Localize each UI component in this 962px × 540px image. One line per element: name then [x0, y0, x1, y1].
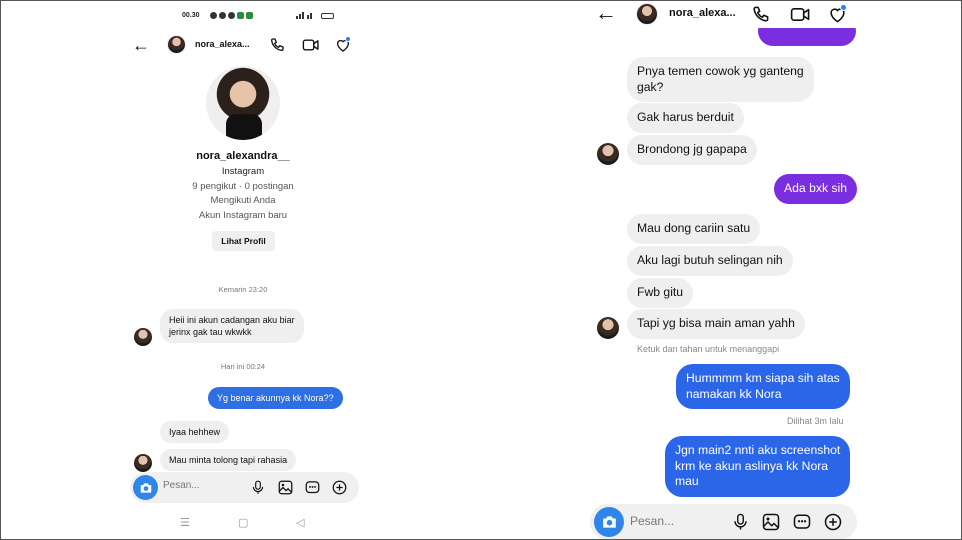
nav-home-icon[interactable]: ▢ [238, 516, 248, 529]
profile-follow-status: Mengikuti Anda [210, 195, 276, 206]
message-line: Heii ini akun cadangan aku biar [169, 315, 295, 325]
profile-stats: 9 pengikut · 0 postingan [192, 181, 294, 192]
message-line: Tapi yg bisa main aman yahh [637, 316, 795, 330]
message-input[interactable] [163, 480, 253, 491]
back-arrow-icon[interactable]: ← [132, 36, 150, 54]
message-bubble[interactable]: Iyaa hehhew [160, 421, 230, 443]
message-input[interactable] [630, 514, 725, 528]
message-bubble-outgoing[interactable]: Jgn main2 nnti aku screenshot krm ke aku… [665, 436, 851, 497]
message-line: Aku lagi butuh selingan nih [637, 253, 783, 267]
message-line: Pnya temen cowok yg ganteng [637, 64, 804, 78]
left-chat-screen: 00.30 ← nora_alexa... nora_alexandra__ I… [120, 0, 364, 540]
message-line: jerinx gak tau wkwkk [169, 327, 252, 337]
system-nav-bar: ☰ ▢ ◁ [120, 512, 364, 536]
view-profile-button[interactable]: Lihat Profil [212, 231, 275, 251]
message-bubble-outgoing[interactable]: Hummmm km siapa sih atas namakan kk Nora [676, 364, 850, 409]
message-bubble[interactable]: Tapi yg bisa main aman yahh [627, 309, 805, 339]
chat-header: ← nora_alexa... [580, 0, 870, 28]
message-line: Mau dong cariin satu [637, 221, 751, 235]
status-bar: 00.30 [120, 10, 364, 24]
sender-avatar[interactable] [597, 143, 619, 165]
message-bubble-outgoing[interactable]: Yg benar akunnya kk Nora?? [208, 387, 343, 409]
message-line: Ada bxk sih [784, 181, 848, 195]
header-avatar[interactable] [636, 3, 658, 25]
message-line: gak? [637, 79, 664, 94]
profile-name: nora_alexandra__ [196, 150, 290, 162]
message-bubble[interactable]: Aku lagi butuh selingan nih [627, 246, 793, 276]
camera-icon[interactable] [133, 475, 158, 500]
message-line: Gak harus berduit [637, 110, 734, 124]
message-line: Brondong jg gapapa [637, 142, 747, 156]
message-bubble[interactable]: Mau minta tolong tapi rahasia [160, 449, 297, 471]
header-username[interactable]: nora_alexa... [669, 7, 736, 19]
message-composer [590, 504, 857, 540]
nav-back-icon[interactable]: ◁ [296, 516, 304, 529]
message-bubble[interactable]: Brondong jg gapapa [627, 135, 757, 165]
sticker-icon[interactable] [305, 480, 320, 495]
sender-avatar[interactable] [134, 328, 152, 346]
message-line: Jgn main2 nnti aku screenshot [675, 443, 841, 457]
mic-icon[interactable] [732, 513, 749, 531]
message-bubble[interactable]: Pnya temen cowok yg ganteng gak? [627, 57, 814, 102]
nav-menu-icon[interactable]: ☰ [180, 516, 190, 529]
message-line: namakan kk Nora [686, 386, 782, 401]
back-arrow-icon[interactable]: ← [595, 2, 617, 24]
add-icon[interactable] [824, 513, 842, 531]
gallery-icon[interactable] [278, 480, 293, 495]
phone-icon[interactable] [269, 37, 285, 53]
message-line: Yg benar akunnya kk Nora?? [217, 393, 334, 403]
message-line: Fwb gitu [637, 285, 684, 299]
right-chat-screen: ← nora_alexa... Pnya temen cowok yg gant… [580, 0, 870, 540]
message-line: mau [675, 474, 699, 488]
header-username[interactable]: nora_alexa... [195, 39, 250, 49]
message-bubble[interactable]: Mau dong cariin satu [627, 214, 761, 244]
message-line: Iyaa hehhew [169, 427, 221, 437]
sender-avatar[interactable] [134, 454, 152, 472]
timestamp: Hari ini 00:24 [220, 362, 266, 371]
chat-header: ← nora_alexa... [120, 34, 364, 58]
status-time: 00.30 [182, 12, 200, 19]
video-icon[interactable] [790, 5, 811, 24]
message-bubble[interactable]: Heii ini akun cadangan aku biar jerinx g… [160, 309, 304, 343]
sticker-icon[interactable] [793, 513, 811, 531]
profile-picture[interactable] [206, 66, 280, 140]
gallery-icon[interactable] [762, 513, 780, 531]
timestamp: Kemarin 23:20 [218, 285, 268, 294]
message-line: Hummmm km siapa sih atas [686, 371, 840, 385]
profile-account-note: Akun Instagram baru [198, 210, 288, 221]
header-avatar[interactable] [167, 35, 186, 54]
message-line: Mau minta tolong tapi rahasia [169, 455, 288, 465]
unread-dot [840, 4, 847, 11]
system-icons [296, 12, 334, 19]
camera-icon[interactable] [594, 507, 624, 537]
message-line: krm ke akun aslinya kk Nora [675, 458, 829, 473]
signal-icon [296, 12, 312, 19]
profile-platform: Instagram [221, 166, 265, 177]
battery-icon [321, 12, 334, 19]
add-icon[interactable] [332, 480, 347, 495]
sender-avatar[interactable] [597, 317, 619, 339]
unread-dot [345, 36, 351, 42]
reply-hint: Ketuk dan tahan untuk menanggapi [637, 344, 780, 354]
seen-status: Dilihat 3m lalu [787, 416, 844, 426]
phone-icon[interactable] [751, 5, 770, 24]
message-bubble-outgoing[interactable]: Ada bxk sih [774, 174, 858, 204]
video-icon[interactable] [302, 37, 320, 53]
message-composer [130, 472, 359, 503]
notification-icons [210, 12, 253, 19]
message-bubble[interactable]: Gak harus berduit [627, 103, 744, 133]
mic-icon[interactable] [251, 480, 265, 495]
message-bubble[interactable]: Fwb gitu [627, 278, 694, 308]
